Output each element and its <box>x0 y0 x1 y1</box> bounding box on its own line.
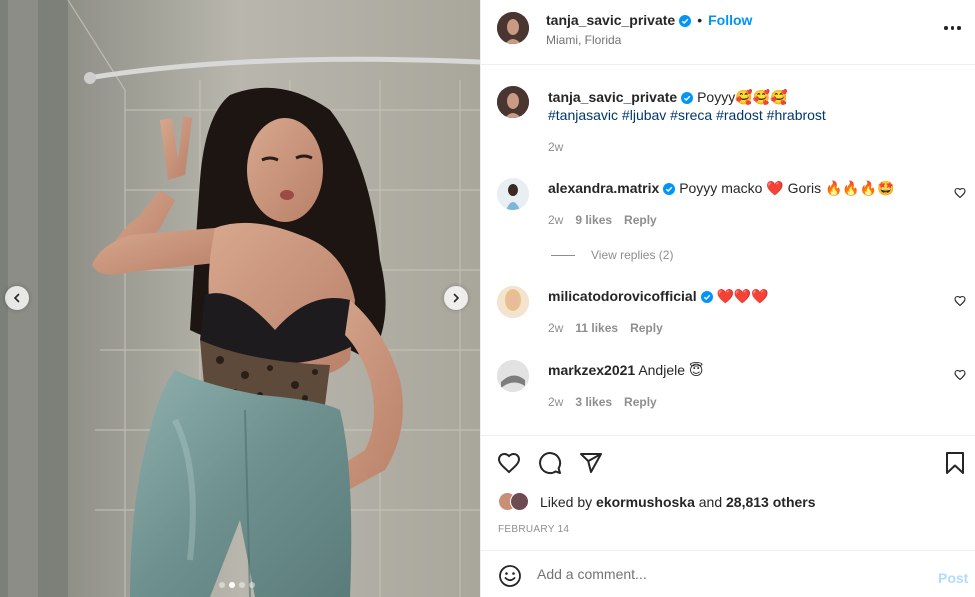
comment-icon[interactable] <box>538 451 562 475</box>
comment-meta: 2w 11 likes Reply <box>548 321 663 335</box>
add-comment-bar: Post <box>481 550 975 597</box>
comment-text: Andjele 😇 <box>638 362 704 378</box>
comment-username[interactable]: milicatodorovicofficial <box>548 288 697 304</box>
previous-photo-button[interactable] <box>5 286 29 310</box>
comment-age: 2w <box>548 395 564 409</box>
comment-username[interactable]: markzex2021 <box>548 362 635 378</box>
post-header: tanja_savic_private • Follow Miami, Florid… <box>481 0 975 65</box>
comment-age: 2w <box>548 213 564 227</box>
post-sidebar: tanja_savic_private • Follow Miami, Florid… <box>480 0 975 597</box>
caption-avatar[interactable] <box>497 86 529 118</box>
commenter-avatar-image <box>497 286 529 318</box>
header-title-row: tanja_savic_private • Follow <box>546 12 752 28</box>
follow-button[interactable]: Follow <box>708 12 752 28</box>
chevron-left-icon <box>13 293 20 303</box>
more-options-button[interactable] <box>944 26 961 30</box>
post-date[interactable]: FEBRUARY 14 <box>498 524 569 535</box>
comment-meta: 2w 9 likes Reply <box>548 213 657 227</box>
follow-separator: • <box>697 12 703 28</box>
liked-avatar <box>510 492 529 511</box>
liked-by-middle: and <box>698 494 723 510</box>
liked-by-avatars <box>498 491 536 513</box>
comment-username[interactable]: alexandra.matrix <box>548 180 659 196</box>
verified-badge-icon <box>663 183 676 195</box>
carousel-dot <box>249 582 255 588</box>
liked-by-prefix: Liked by <box>540 494 593 510</box>
carousel-indicator <box>219 582 255 588</box>
comment-text: ❤️❤️❤️ <box>716 288 769 304</box>
comment-likes[interactable]: 11 likes <box>575 321 618 335</box>
like-comment-heart-icon[interactable] <box>954 295 966 307</box>
more-dot <box>957 26 961 30</box>
post-media[interactable] <box>0 0 480 597</box>
comment-meta: 2w 3 likes Reply <box>548 395 657 409</box>
comment-likes[interactable]: 3 likes <box>575 395 612 409</box>
caption-hashtags[interactable]: #tanjasavic #ljubav #sreca #radost #hrab… <box>548 106 826 124</box>
comment-text: Poyyy macko ❤️ Goris 🔥🔥🔥🤩 <box>679 180 895 196</box>
comment-input[interactable] <box>537 563 917 585</box>
liked-by-others[interactable]: 28,813 others <box>726 494 816 510</box>
author-username[interactable]: tanja_savic_private <box>546 12 675 28</box>
more-horizontal-icon <box>944 26 948 30</box>
caption-age: 2w <box>548 140 564 154</box>
comment-line: alexandra.matrix Poyyy macko ❤️ Goris 🔥🔥… <box>548 179 895 197</box>
reply-button[interactable]: Reply <box>624 395 657 409</box>
liked-by-user[interactable]: ekormushoska <box>596 494 695 510</box>
caption-meta: 2w <box>548 140 563 154</box>
view-replies-label: View replies (2) <box>591 248 674 262</box>
more-dot <box>950 26 954 30</box>
heart-icon[interactable] <box>497 451 521 475</box>
view-replies-button[interactable]: View replies (2) <box>551 248 673 262</box>
next-photo-button[interactable] <box>444 286 468 310</box>
verified-badge-icon <box>681 92 694 104</box>
like-comment-heart-icon[interactable] <box>954 187 966 199</box>
commenter-avatar[interactable] <box>497 286 529 318</box>
post-location[interactable]: Miami, Florida <box>546 33 621 47</box>
emoji-icon[interactable] <box>498 564 522 588</box>
reply-button[interactable]: Reply <box>630 321 663 335</box>
comment-line: markzex2021 Andjele 😇 <box>548 361 704 379</box>
caption-avatar-image <box>497 86 529 118</box>
like-comment-heart-icon[interactable] <box>954 369 966 381</box>
caption-text: Poyyy🥰🥰🥰 <box>697 89 788 105</box>
verified-badge-icon <box>679 15 692 27</box>
carousel-dot-active <box>229 582 235 588</box>
carousel-dot <box>239 582 245 588</box>
comment-line: milicatodorovicofficial ❤️❤️❤️ <box>548 287 769 305</box>
likes-summary: Liked by ekormushoska and 28,813 others <box>498 491 816 513</box>
post-photo <box>0 0 480 597</box>
author-avatar-image <box>497 12 529 44</box>
replies-line <box>551 254 575 256</box>
commenter-avatar-image <box>497 360 529 392</box>
comment-age: 2w <box>548 321 564 335</box>
carousel-dot <box>219 582 225 588</box>
commenter-avatar-image <box>497 178 529 210</box>
commenter-avatar[interactable] <box>497 360 529 392</box>
caption-line: tanja_savic_private Poyyy🥰🥰🥰 <box>548 88 788 106</box>
comment-likes[interactable]: 9 likes <box>575 213 612 227</box>
post-actions: Liked by ekormushoska and 28,813 others … <box>481 435 975 550</box>
commenter-avatar[interactable] <box>497 178 529 210</box>
bookmark-icon[interactable] <box>944 451 966 475</box>
post-comment-button[interactable]: Post <box>938 570 968 586</box>
verified-badge-icon <box>700 291 713 303</box>
caption-username[interactable]: tanja_savic_private <box>548 89 677 105</box>
author-avatar[interactable] <box>497 12 529 44</box>
share-icon[interactable] <box>579 451 603 475</box>
chevron-right-icon <box>453 293 460 303</box>
reply-button[interactable]: Reply <box>624 213 657 227</box>
